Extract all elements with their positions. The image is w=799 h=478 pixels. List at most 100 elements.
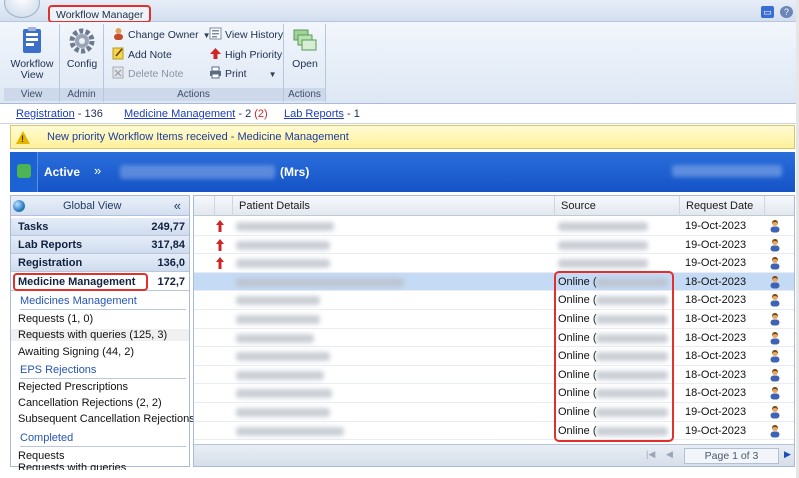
table-row[interactable]: Online (18-Oct-2023 [194,291,794,310]
collapse-icon[interactable]: « [174,198,181,213]
gear-icon [69,28,95,54]
help-icon[interactable]: ? [780,6,793,18]
group-label-view: View [4,88,59,101]
prev-page-icon[interactable]: ◀ [666,449,673,460]
config-label: Config [66,58,98,70]
next-page-icon[interactable]: ▶ [784,449,791,460]
table-row[interactable]: Online (18-Oct-2023 [194,272,794,292]
column-header-patient-details[interactable]: Patient Details [232,196,554,216]
delete-note-icon [112,66,124,79]
global-view-panel: Global View « Tasks 249,77 Lab Reports 317… [10,195,195,470]
table-row[interactable]: Online (18-Oct-2023 [194,384,794,403]
owner-user-icon[interactable] [769,405,781,419]
redacted-source-details [596,333,668,343]
nav-item-requests-with-queries[interactable]: Requests with queries (125, 3) [11,329,189,341]
workflow-view-button[interactable]: Workflow View [9,26,55,81]
section-eps-rejections: EPS Rejections [20,364,97,376]
redacted-source-details [596,426,668,436]
patient-banner-icon-box[interactable] [10,152,38,192]
column-header-request-date[interactable]: Request Date [679,196,764,216]
owner-user-icon[interactable] [769,312,781,326]
redacted-source-details [596,315,668,324]
ribbon-group-open: Open Actions [284,24,326,102]
high-priority-icon [210,48,221,59]
owner-user-icon[interactable] [769,331,781,345]
request-date-cell: 19-Oct-2023 [685,220,747,232]
app-menu-orb[interactable] [4,0,40,18]
count-medicine-management[interactable]: Medicine Management - 2 (2) [124,108,268,120]
owner-user-icon[interactable] [769,368,781,382]
redacted-patient-details [236,333,314,343]
grid-header: Patient Details Source Request Date [194,196,794,216]
status-label: Active [44,165,81,179]
owner-user-icon[interactable] [769,293,781,307]
redacted-patient-details [236,352,330,362]
owner-user-icon[interactable] [769,386,781,400]
category-lab-reports[interactable]: Lab Reports 317,84 [11,236,189,254]
table-row[interactable]: 19-Oct-2023 [194,217,794,236]
request-date-cell: 19-Oct-2023 [685,257,747,270]
global-view-header: Global View « [11,196,189,216]
redacted-source-details [596,296,668,306]
nav-item-subsequent-cancellation-rejections[interactable]: Subsequent Cancellation Rejections [18,413,195,425]
category-medicine-management[interactable]: Medicine Management 172,7 [11,273,189,291]
owner-user-icon[interactable] [769,275,781,289]
restore-icon[interactable]: ▭ [761,6,774,18]
chevron-down-icon[interactable]: » [94,163,101,178]
owner-user-icon[interactable] [769,238,781,252]
table-row[interactable]: 19-Oct-2023 [194,254,794,273]
high-priority-button[interactable]: High Priority [209,46,282,64]
nav-item-awaiting-signing[interactable]: Awaiting Signing (44, 2) [18,346,134,358]
high-priority-icon [216,257,224,270]
config-button[interactable]: Config [64,26,100,70]
category-tasks[interactable]: Tasks 249,77 [11,218,189,236]
source-cell: Online ( [558,331,597,344]
global-view-title: Global View [63,200,122,212]
source-cell: Online ( [558,313,597,325]
add-note-button[interactable]: Add Note [112,46,172,64]
redacted-source-details [596,352,668,362]
globe-icon [13,200,25,212]
source-cell: Online ( [558,424,597,437]
request-date-cell: 19-Oct-2023 [685,406,747,418]
table-row[interactable]: Online (19-Oct-2023 [194,422,794,441]
owner-user-icon[interactable] [769,256,781,270]
count-registration[interactable]: Registration - 136 [16,108,103,120]
request-date-cell: 18-Oct-2023 [685,350,747,363]
redacted-patient-details [236,426,344,436]
nav-item-cancellation-rejections[interactable]: Cancellation Rejections (2, 2) [18,397,162,409]
redacted-patient-details [236,370,324,380]
owner-user-icon[interactable] [769,219,781,233]
table-row[interactable]: Online (18-Oct-2023 [194,347,794,366]
view-history-button[interactable]: View History [209,26,283,44]
nav-item-completed-requests[interactable]: Requests [18,450,64,462]
count-lab-reports[interactable]: Lab Reports - 1 [284,108,360,120]
column-header-blank [194,196,214,216]
source-cell: Online ( [558,368,597,381]
priority-notification[interactable]: ! New priority Workflow Items received -… [10,125,795,149]
request-date-cell: 18-Oct-2023 [685,331,747,344]
chevron-down-icon: ▼ [268,70,277,79]
nav-item-requests[interactable]: Requests (1, 0) [18,313,93,325]
table-row[interactable]: Online (18-Oct-2023 [194,310,794,329]
table-row[interactable]: Online (19-Oct-2023 [194,403,794,422]
nav-item-completed-requests-with-queries[interactable]: Requests with queries [18,462,126,470]
column-header-source[interactable]: Source [554,196,679,216]
table-row[interactable]: Online ( 18-Oct-2023 [194,329,794,348]
category-registration[interactable]: Registration 136,0 [11,254,189,272]
print-button[interactable]: Print ▼ [209,65,277,83]
redacted-patient-details [236,315,320,324]
table-row[interactable]: Online (18-Oct-2023 [194,366,794,385]
notification-message: New priority Workflow Items received - M… [47,131,349,143]
column-header-owner [764,196,794,216]
delete-note-button[interactable]: Delete Note [112,65,183,83]
first-page-icon[interactable]: |◀ [646,449,655,460]
source-cell: Online ( [558,387,597,400]
owner-user-icon[interactable] [769,424,781,438]
table-row[interactable]: 19-Oct-2023 [194,236,794,255]
change-owner-button[interactable]: Change Owner ▼ [112,26,211,44]
nav-item-rejected-prescriptions[interactable]: Rejected Prescriptions [18,381,128,393]
open-button[interactable]: Open [288,26,322,70]
owner-user-icon[interactable] [769,349,781,363]
redacted-source-details [596,408,668,417]
